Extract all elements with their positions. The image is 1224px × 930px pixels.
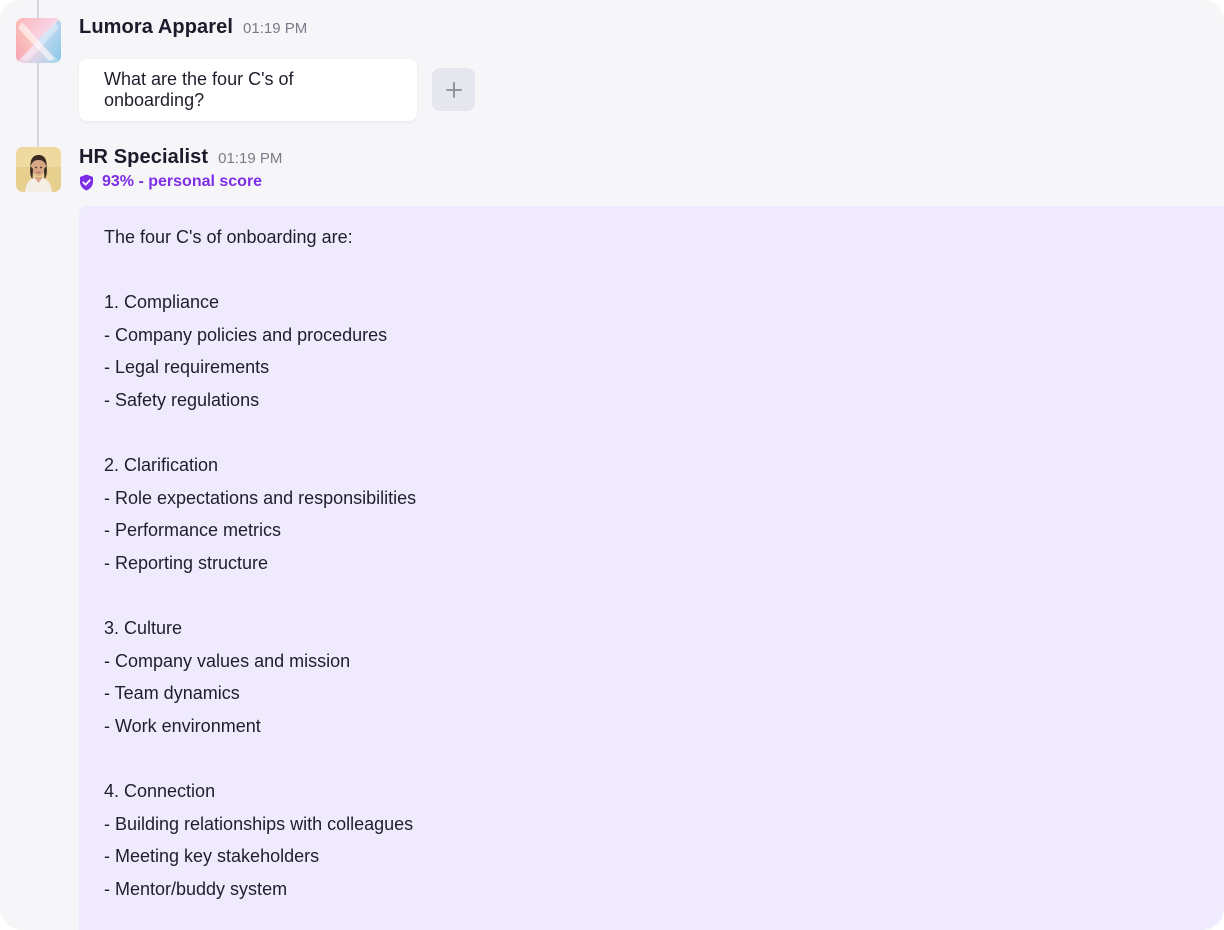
reply-text-line xyxy=(104,584,1224,617)
user-message-text: What are the four C's of onboarding? xyxy=(104,69,294,110)
reply-text-line xyxy=(104,258,1224,291)
reply-text-line: - Company values and mission xyxy=(104,650,351,671)
user-message-bubble: What are the four C's of onboarding? xyxy=(79,59,417,121)
user-message-header: Lumora Apparel 01:19 PM xyxy=(79,16,307,39)
reply-text-line: - Work environment xyxy=(104,715,261,736)
personal-score-label: 93% - personal score xyxy=(102,173,263,190)
reply-text-line: - Reporting structure xyxy=(104,552,269,573)
reply-text-line: - Building relationships with colleagues xyxy=(104,813,414,834)
reply-text-line: - Role expectations and responsibilities xyxy=(104,487,417,508)
reply-text-line: 3. Culture xyxy=(104,618,183,639)
reply-text-line: - Company policies and procedures xyxy=(104,324,388,345)
reply-text-line xyxy=(104,421,1224,454)
reply-text-line: - Performance metrics xyxy=(104,520,282,541)
hr-specialist-avatar[interactable] xyxy=(16,147,61,192)
reply-text-line: 2. Clarification xyxy=(104,455,219,476)
reply-text-line: - Team dynamics xyxy=(104,683,240,704)
reply-message-header: HR Specialist 01:19 PM xyxy=(79,146,282,169)
add-button[interactable] xyxy=(432,68,475,111)
verified-shield-icon xyxy=(80,174,93,190)
lumora-avatar[interactable] xyxy=(16,18,61,63)
personal-score-badge: 93% - personal score xyxy=(79,173,262,191)
reply-text-line xyxy=(104,747,1224,780)
chat-thread: Lumora Apparel 01:19 PM What are the fou… xyxy=(0,0,1224,930)
sender-name: Lumora Apparel xyxy=(79,16,234,38)
reply-text-line: 1. Compliance xyxy=(104,292,220,313)
reply-text-line: - Mentor/buddy system xyxy=(104,878,288,899)
sender-name: HR Specialist xyxy=(79,146,209,168)
reply-text-line: 4. Connection xyxy=(104,781,216,802)
reply-text-line: The four C's of onboarding are: xyxy=(104,227,353,247)
message-timestamp: 01:19 PM xyxy=(218,150,283,167)
reply-message-bubble: The four C's of onboarding are: 1. Compl… xyxy=(79,206,1224,930)
person-avatar-icon xyxy=(16,147,61,192)
reply-text-line: - Meeting key stakeholders xyxy=(104,846,320,867)
lumora-logo-icon xyxy=(16,18,61,63)
plus-icon xyxy=(445,81,462,98)
reply-text-line: - Legal requirements xyxy=(104,357,270,378)
reply-text-line: - Safety regulations xyxy=(104,389,260,410)
message-timestamp: 01:19 PM xyxy=(243,20,308,37)
